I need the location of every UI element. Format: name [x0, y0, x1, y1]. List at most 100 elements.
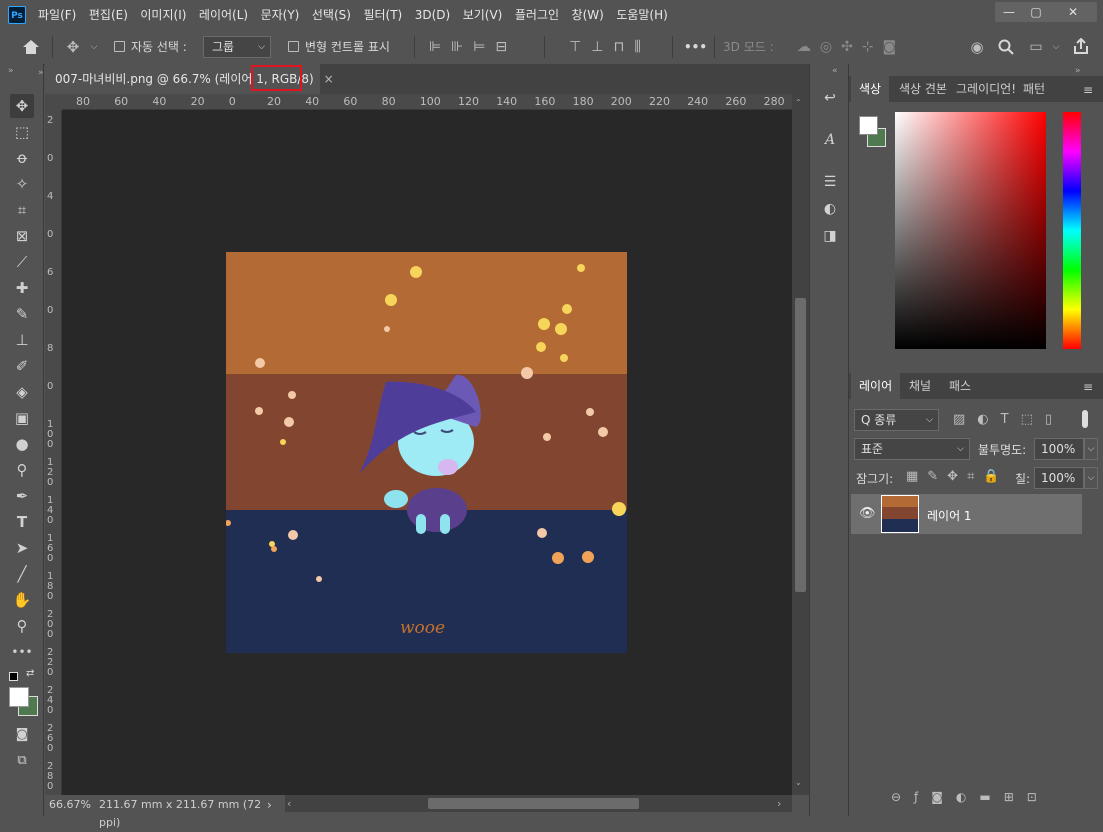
eraser-tool-icon[interactable]: ◈	[10, 380, 34, 404]
quick-mask-icon[interactable]: ◙	[10, 723, 34, 747]
menu-item[interactable]: 창(W)	[572, 0, 604, 30]
auto-select-checkbox[interactable]: 자동 선택 :	[114, 30, 187, 64]
more-options-button[interactable]: •••	[684, 30, 707, 64]
zoom-tool-icon[interactable]: ⚲	[10, 614, 34, 638]
menu-item[interactable]: 편집(E)	[89, 0, 128, 30]
magic-wand-tool-icon[interactable]: ✧	[10, 172, 34, 196]
distribute-icons[interactable]: ⊤⊥⊓⫼	[556, 30, 664, 64]
vertical-scroll-thumb[interactable]	[795, 298, 806, 592]
history-brush-tool-icon[interactable]: ✐	[10, 354, 34, 378]
fill-input[interactable]: 100%	[1034, 467, 1084, 489]
path-selection-tool-icon[interactable]: ➤	[10, 536, 34, 560]
color-field[interactable]	[895, 112, 1046, 349]
libraries-panel-icon[interactable]: ◨	[820, 226, 840, 246]
canvas-area[interactable]: wooe	[62, 110, 792, 795]
expand-left-icon[interactable]: »	[38, 68, 44, 78]
tab-layers[interactable]: 레이어	[851, 373, 901, 399]
menu-item[interactable]: 필터(T)	[363, 0, 402, 30]
screen-mode-icon[interactable]: ⧉	[10, 749, 34, 773]
tab-color[interactable]: 색상	[851, 76, 890, 102]
menu-item[interactable]: 도움말(H)	[616, 0, 668, 30]
layer-filter-dropdown[interactable]: Q 종류 ⌵	[854, 409, 939, 431]
blur-tool-icon[interactable]: ●	[10, 432, 34, 456]
user-share-icon[interactable]: ◉	[967, 30, 987, 64]
tab-swatches[interactable]: 색상 견본	[891, 76, 955, 102]
crop-tool-icon[interactable]: ⌗	[10, 198, 34, 222]
opacity-input[interactable]: 100%	[1034, 438, 1084, 460]
share-icon[interactable]	[1073, 38, 1089, 55]
menu-item[interactable]: 플러그인	[515, 0, 559, 30]
history-panel-icon[interactable]: ↩	[820, 88, 840, 108]
minimize-button[interactable]: —	[995, 2, 1023, 22]
character-panel-icon[interactable]: A	[820, 130, 840, 150]
menu-item[interactable]: 보기(V)	[463, 0, 503, 30]
horizontal-scroll-thumb[interactable]	[428, 798, 639, 809]
visibility-eye-icon[interactable]: 👁	[859, 506, 876, 521]
filter-toggle-icon[interactable]	[1082, 410, 1088, 428]
healing-brush-tool-icon[interactable]: ✚	[10, 276, 34, 300]
menu-item[interactable]: 레이어(L)	[199, 0, 248, 30]
fill-chevron-icon[interactable]: ⌵	[1084, 467, 1098, 489]
horizontal-scrollbar[interactable]: ‹ ›	[285, 795, 792, 812]
layer-filter-icons[interactable]: ▨◐T⬚▯	[953, 412, 1083, 427]
search-icon[interactable]	[998, 39, 1014, 55]
menu-bar: Ps 파일(F) 편집(E) 이미지(I) 레이어(L) 문자(Y) 선택(S) 필터(T)…	[0, 0, 1103, 30]
transform-controls-checkbox[interactable]: 변형 컨트롤 표시	[288, 30, 390, 64]
zoom-level[interactable]: 66.67%	[49, 796, 91, 814]
vertical-scrollbar[interactable]: ⌃ ⌄	[792, 94, 809, 795]
gradient-tool-icon[interactable]: ▣	[10, 406, 34, 430]
styles-panel-icon[interactable]: ◐	[820, 199, 840, 219]
foreground-color-swatch[interactable]	[9, 687, 29, 707]
status-menu-chevron-icon[interactable]: ›	[267, 796, 272, 814]
tab-gradients[interactable]: 그레이디언!	[948, 76, 1024, 102]
tab-patterns[interactable]: 패턴	[1015, 76, 1053, 102]
pen-tool-icon[interactable]: ✒	[10, 484, 34, 508]
collapse-toolbar-icon[interactable]: »	[8, 66, 14, 76]
tab-channels[interactable]: 채널	[901, 373, 939, 399]
swap-colors-icon[interactable]: ⇄	[26, 668, 34, 679]
hand-tool-icon[interactable]: ✋	[10, 588, 34, 612]
align-icons[interactable]: ⊫⊪⊨⊟	[428, 30, 518, 64]
expand-dock-icon[interactable]: «	[832, 66, 838, 76]
eyedropper-tool-icon[interactable]: ⟋	[10, 250, 34, 274]
menu-item[interactable]: 문자(Y)	[261, 0, 300, 30]
close-tab-icon[interactable]: ×	[324, 72, 334, 86]
adjustments-panel-icon[interactable]: ☰	[820, 172, 840, 192]
type-tool-icon[interactable]: T	[10, 510, 34, 534]
workspace-chevron-icon[interactable]: ⌵	[1050, 30, 1062, 64]
layer-actions-icons[interactable]: ⊖ƒ◙◐▬⊞⊡	[891, 790, 1071, 804]
restore-button[interactable]: ▢	[1022, 2, 1050, 22]
opacity-chevron-icon[interactable]: ⌵	[1084, 438, 1098, 460]
collapse-panels-icon[interactable]: »	[1075, 66, 1081, 76]
tab-paths[interactable]: 패스	[941, 373, 979, 399]
stamp-tool-icon[interactable]: ⊥	[10, 328, 34, 352]
marquee-tool-icon[interactable]: ⬚	[10, 120, 34, 144]
close-window-button[interactable]: ✕	[1049, 2, 1097, 22]
default-colors-icon[interactable]	[9, 672, 18, 681]
color-fg-swatch[interactable]	[859, 116, 878, 135]
edit-toolbar-icon[interactable]: •••	[10, 640, 34, 664]
move-tool-icon[interactable]: ✥	[63, 30, 83, 64]
hue-slider[interactable]	[1063, 112, 1081, 349]
line-tool-icon[interactable]: ╱	[10, 562, 34, 586]
ruler-label: 80	[76, 95, 90, 108]
home-icon[interactable]	[22, 39, 40, 55]
menu-item[interactable]: 선택(S)	[312, 0, 351, 30]
blend-mode-dropdown[interactable]: 표준 ⌵	[854, 438, 970, 460]
move-tool-icon[interactable]: ✥	[10, 94, 34, 118]
transform-controls-label: 변형 컨트롤 표시	[305, 40, 390, 54]
workspace-icon[interactable]: ▭	[1026, 30, 1046, 64]
layers-panel-menu-icon[interactable]: ≡	[1083, 380, 1093, 394]
chevron-down-icon[interactable]: ⌵	[88, 30, 100, 64]
lasso-tool-icon[interactable]: ꝋ	[10, 146, 34, 170]
menu-item[interactable]: 이미지(I)	[140, 0, 186, 30]
dodge-tool-icon[interactable]: ⚲	[10, 458, 34, 482]
layer-row[interactable]: 👁 레이어 1	[851, 494, 1082, 534]
auto-select-dropdown[interactable]: 그룹 ⌵	[203, 36, 271, 58]
menu-item[interactable]: 3D(D)	[415, 0, 450, 30]
menu-item[interactable]: 파일(F)	[38, 0, 76, 30]
brush-tool-icon[interactable]: ✎	[10, 302, 34, 326]
panel-menu-icon[interactable]: ≡	[1083, 83, 1093, 97]
frame-tool-icon[interactable]: ⊠	[10, 224, 34, 248]
lock-icons[interactable]: ▦✎✥⌗🔒	[906, 469, 1016, 484]
